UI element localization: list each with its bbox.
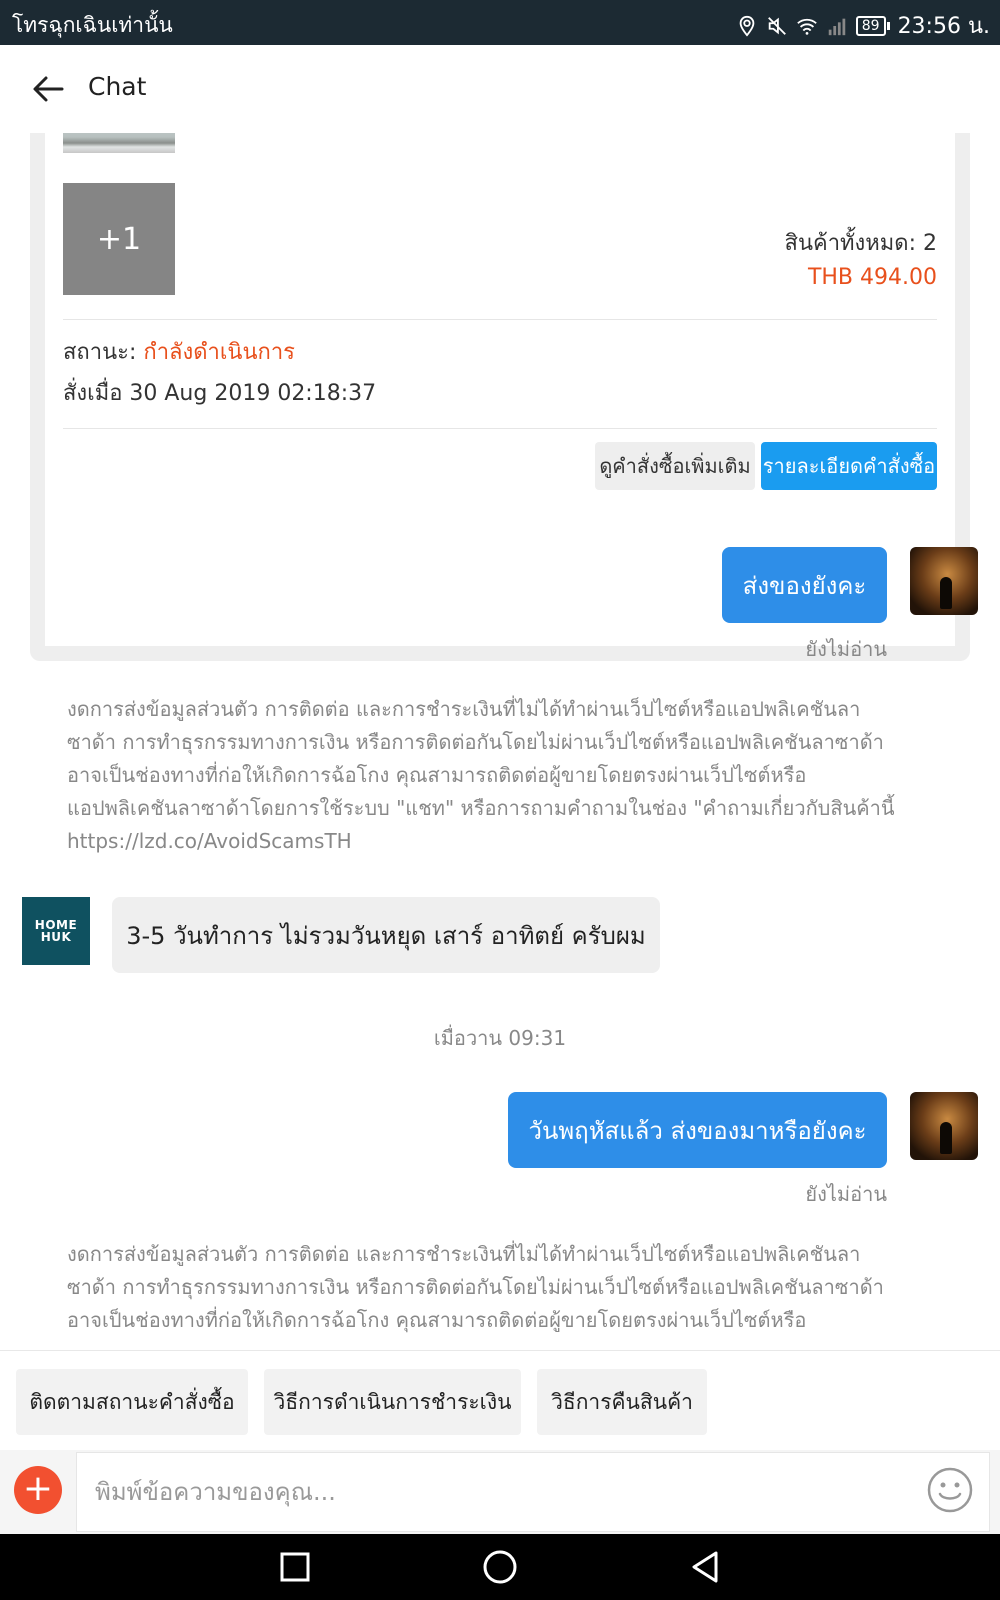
divider xyxy=(63,319,937,320)
total-items: สินค้าทั้งหมด: 2 xyxy=(784,231,937,256)
chat-area[interactable]: +1 สินค้าทั้งหมด: 2 THB 494.00 สถานะ: กำ… xyxy=(0,133,1000,1350)
read-status: ยังไม่อ่าน xyxy=(805,1182,887,1206)
more-items-thumbnail[interactable]: +1 xyxy=(63,183,175,295)
divider xyxy=(63,428,937,429)
battery-level: 89 xyxy=(855,15,886,36)
page-title: Chat xyxy=(88,72,147,101)
mute-icon xyxy=(767,16,786,35)
order-details-button[interactable]: รายละเอียดคำสั่งซื้อ xyxy=(761,442,937,490)
view-more-orders-button[interactable]: ดูคำสั่งซื้อเพิ่มเติม xyxy=(595,442,755,490)
quick-reply-return[interactable]: วิธีการคืนสินค้า xyxy=(537,1369,707,1435)
order-status-value: กำลังดำเนินการ xyxy=(143,340,296,365)
incoming-message[interactable]: 3-5 วันทำการ ไม่รวมวันหยุด เสาร์ อาทิตย์… xyxy=(112,897,660,973)
wifi-icon xyxy=(796,18,817,35)
outgoing-message[interactable]: ส่งของยังคะ xyxy=(722,547,887,623)
clock: 23:56 น. xyxy=(897,14,990,39)
user-avatar xyxy=(910,547,978,615)
status-bar: โทรฉุกเฉินเท่านั้น 89 23:56 น. xyxy=(0,0,1000,45)
signal-icon xyxy=(828,18,845,35)
carrier-text: โทรฉุกเฉินเท่านั้น xyxy=(12,13,173,37)
location-icon xyxy=(739,15,755,37)
app-header: Chat xyxy=(0,45,1000,133)
plus-icon[interactable]: + xyxy=(14,1466,62,1514)
read-status: ยังไม่อ่าน xyxy=(805,637,887,661)
scam-warning-note: งดการส่งข้อมูลส่วนตัว การติดต่อ และการชำ… xyxy=(67,1242,884,1332)
system-nav-bar xyxy=(0,1534,1000,1600)
back-triangle-icon[interactable] xyxy=(686,1548,724,1586)
recents-square-icon[interactable] xyxy=(276,1548,314,1586)
quick-reply-payment[interactable]: วิธีการดำเนินการชำระเงิน xyxy=(264,1369,521,1435)
message-input[interactable] xyxy=(76,1452,990,1532)
arrow-left-icon[interactable] xyxy=(30,71,66,107)
smiley-icon[interactable] xyxy=(926,1466,974,1514)
composer: + xyxy=(0,1450,1000,1534)
outgoing-message[interactable]: วันพฤหัสแล้ว ส่งของมาหรือยังคะ xyxy=(508,1092,887,1168)
battery-icon: 89 xyxy=(855,15,890,36)
quick-reply-track-order[interactable]: ติดตามสถานะคำสั่งซื้อ xyxy=(16,1369,248,1435)
home-circle-icon[interactable] xyxy=(481,1548,519,1586)
status-icons: 89 23:56 น. xyxy=(736,8,990,43)
shop-logo-text: HOME HUK xyxy=(34,918,78,944)
user-avatar xyxy=(910,1092,978,1160)
total-price: THB 494.00 xyxy=(807,265,937,290)
shop-logo: HOME HUK xyxy=(22,897,90,965)
timestamp-divider: เมื่อวาน 09:31 xyxy=(433,1026,567,1050)
order-status: สถานะ: กำลังดำเนินการ xyxy=(63,334,295,369)
order-status-label: สถานะ: xyxy=(63,340,144,365)
product-thumbnail[interactable] xyxy=(63,133,175,153)
scam-warning-note: งดการส่งข้อมูลส่วนตัว การติดต่อ และการชำ… xyxy=(67,697,895,853)
quick-replies-bar: ติดตามสถานะคำสั่งซื้อ วิธีการดำเนินการชำ… xyxy=(0,1350,1000,1450)
order-date: สั่งเมื่อ 30 Aug 2019 02:18:37 xyxy=(63,381,377,406)
